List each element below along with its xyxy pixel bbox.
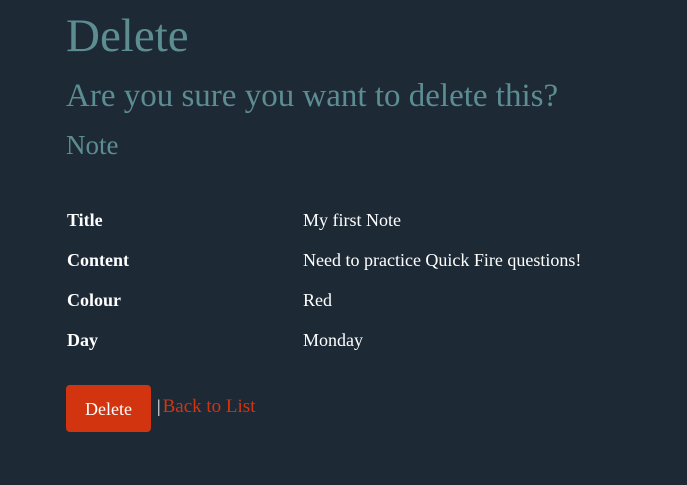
detail-row-day: Day Monday xyxy=(66,320,676,360)
confirm-message: Are you sure you want to delete this? xyxy=(66,78,559,114)
detail-label-day: Day xyxy=(67,330,98,350)
detail-row-content: Content Need to practice Quick Fire ques… xyxy=(66,240,676,280)
action-separator: | xyxy=(157,396,161,416)
back-to-list-link[interactable]: Back to List xyxy=(163,396,256,418)
entity-name: Note xyxy=(66,130,119,160)
delete-button[interactable]: Delete xyxy=(66,385,151,432)
detail-label-content: Content xyxy=(67,250,129,270)
detail-label-colour: Colour xyxy=(67,290,121,310)
page-title: Delete xyxy=(66,10,189,62)
form-actions: Delete | Back to List xyxy=(66,385,256,432)
detail-value-colour: Red xyxy=(303,290,332,310)
details-list: Title My first Note Content Need to prac… xyxy=(66,200,676,360)
detail-value-title: My first Note xyxy=(303,210,401,230)
detail-label-title: Title xyxy=(67,210,103,230)
detail-row-colour: Colour Red xyxy=(66,280,676,320)
detail-value-content: Need to practice Quick Fire questions! xyxy=(303,250,582,270)
detail-value-day: Monday xyxy=(303,330,363,350)
detail-row-title: Title My first Note xyxy=(66,200,676,240)
